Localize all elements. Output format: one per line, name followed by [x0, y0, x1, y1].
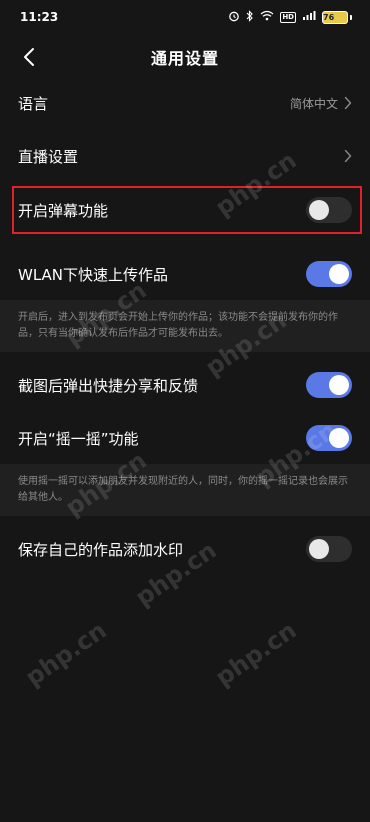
- watermark-label: 保存自己的作品添加水印: [18, 540, 184, 559]
- alarm-icon: [228, 10, 240, 25]
- live-settings-label: 直播设置: [18, 147, 79, 166]
- status-icons: HD 76: [228, 9, 352, 25]
- settings-row-watermark: 保存自己的作品添加水印: [0, 524, 370, 574]
- shake-description: 使用摇一摇可以添加朋友并发现附近的人，同时，你的摇一摇记录也会展示给其他人。: [0, 464, 370, 516]
- back-button[interactable]: [14, 42, 44, 72]
- site-watermark: php.cn: [210, 616, 302, 692]
- toggle-knob: [329, 375, 349, 395]
- settings-row-language[interactable]: 语言 简体中文: [0, 78, 370, 128]
- shake-label: 开启“摇一摇”功能: [18, 429, 139, 448]
- bluetooth-icon: [246, 9, 254, 25]
- language-label: 语言: [18, 94, 49, 113]
- status-bar: 11:23 HD 76: [0, 0, 370, 34]
- wlan-upload-toggle[interactable]: [306, 261, 352, 287]
- watermark-toggle[interactable]: [306, 536, 352, 562]
- status-time: 11:23: [20, 10, 59, 24]
- language-value-group: 简体中文: [290, 95, 352, 112]
- settings-row-wlan-upload: WLAN下快速上传作品: [0, 249, 370, 299]
- language-value: 简体中文: [289, 96, 338, 111]
- site-watermark: php.cn: [20, 616, 112, 692]
- danmaku-label: 开启弹幕功能: [18, 201, 109, 220]
- toggle-knob: [309, 200, 329, 220]
- chevron-right-icon: [344, 149, 352, 163]
- wlan-upload-description: 开启后，进入到发布页会开始上传你的作品；该功能不会提前发布你的作品，只有当你确认…: [0, 300, 370, 352]
- settings-row-danmaku: 开启弹幕功能: [0, 185, 370, 235]
- settings-row-shake: 开启“摇一摇”功能: [0, 413, 370, 463]
- screenshot-share-label: 截图后弹出快捷分享和反馈: [18, 376, 199, 395]
- wlan-upload-label: WLAN下快速上传作品: [18, 265, 169, 284]
- battery-tip: [350, 14, 352, 20]
- shake-toggle[interactable]: [306, 425, 352, 451]
- battery-icon: 76: [322, 10, 348, 24]
- danmaku-toggle[interactable]: [306, 197, 352, 223]
- chevron-left-icon: [24, 48, 34, 66]
- signal-icon: [302, 10, 316, 24]
- toggle-knob: [329, 264, 349, 284]
- page-title: 通用设置: [150, 49, 219, 68]
- chevron-right-icon: [344, 96, 352, 110]
- toggle-knob: [309, 539, 329, 559]
- settings-row-screenshot-share: 截图后弹出快捷分享和反馈: [0, 360, 370, 410]
- settings-row-live[interactable]: 直播设置: [0, 131, 370, 181]
- settings-screen: 11:23 HD 76 通用设置 语言 简体中文 直播设置 开启弹幕功能 WLA…: [0, 0, 370, 822]
- screenshot-share-toggle[interactable]: [306, 372, 352, 398]
- nav-bar: 通用设置: [0, 34, 370, 80]
- hd-badge: HD: [280, 11, 296, 23]
- wifi-icon: [260, 10, 274, 24]
- toggle-knob: [329, 428, 349, 448]
